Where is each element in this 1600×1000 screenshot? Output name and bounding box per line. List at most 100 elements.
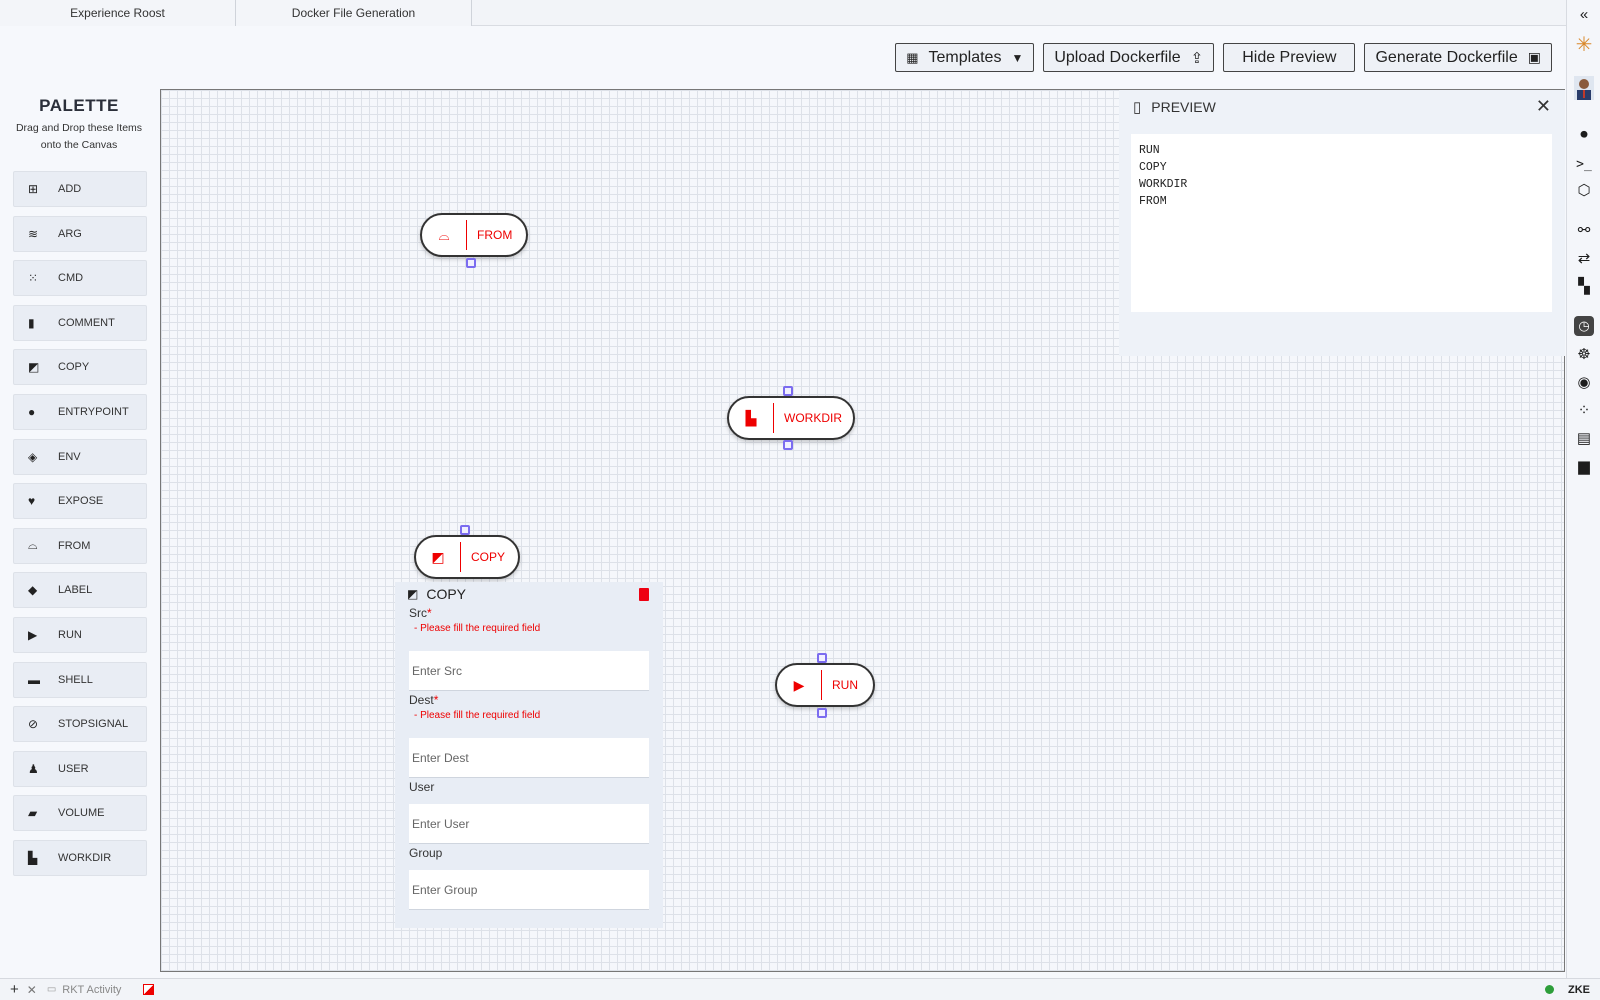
group-input[interactable] <box>409 870 649 910</box>
sun-logo-icon[interactable]: ✳ <box>1574 34 1594 56</box>
helm-icon[interactable]: ☸ <box>1574 344 1594 364</box>
palette-item-shell[interactable]: ▬ SHELL <box>13 661 147 698</box>
palette-item-add[interactable]: ⊞ ADD <box>13 171 147 207</box>
hexagon-icon[interactable]: ⬡ <box>1574 180 1594 200</box>
inbox-icon: ⌓ <box>28 538 38 553</box>
copy-icon: ◩ <box>431 548 445 565</box>
copy-icon: ◩ <box>407 587 419 601</box>
palette-item-from[interactable]: ⌓ FROM <box>13 527 147 564</box>
right-rail: « ✳ ⏺ >_ ⬡ ⚯ ⇄ ▚ ◷ ☸ ◉ ⁘ ▤ ▆ <box>1566 0 1600 978</box>
node-run-out-port[interactable] <box>817 708 827 718</box>
file-icon[interactable]: ▤ <box>1574 428 1594 448</box>
palette-title: PALETTE <box>39 96 119 115</box>
preview-header: ▯ PREVIEW <box>1133 99 1216 116</box>
palette-item-copy[interactable]: ◩ COPY <box>13 349 147 386</box>
palette-item-entrypoint[interactable]: ● ENTRYPOINT <box>13 393 147 430</box>
avatar[interactable] <box>1574 76 1594 100</box>
bird-icon: ♥ <box>28 494 36 509</box>
activity-label[interactable]: RKT Activity <box>62 984 121 996</box>
node-from-out-port[interactable] <box>466 258 476 268</box>
stack-icon: ◈ <box>28 449 38 464</box>
dest-error: - Please fill the required field <box>414 710 541 721</box>
caret-down-icon: ▼ <box>1011 50 1024 65</box>
upload-dockerfile-button[interactable]: Upload Dockerfile ⇪ <box>1043 43 1215 72</box>
palette-item-cmd[interactable]: ⁙ CMD <box>13 260 147 297</box>
delete-icon[interactable] <box>639 588 649 601</box>
preview-code: RUN COPY WORKDIR FROM <box>1131 134 1552 312</box>
node-workdir[interactable]: ▙ WORKDIR <box>727 396 855 440</box>
chat-icon[interactable]: ▆ <box>1574 456 1594 476</box>
collapse-icon[interactable]: « <box>1574 4 1594 24</box>
ban-icon: ⊘ <box>28 717 39 732</box>
terminal-icon[interactable]: >_ <box>1574 154 1594 174</box>
spinner-icon[interactable]: ⁘ <box>1574 400 1594 420</box>
tab-experience-roost[interactable]: Experience Roost <box>0 0 236 26</box>
copy-panel-header: ◩ COPY <box>407 586 467 602</box>
clock-icon[interactable]: ◷ <box>1574 316 1594 336</box>
user-label: User <box>409 780 435 794</box>
node-run-in-port[interactable] <box>817 653 827 663</box>
tablet-icon: ▯ <box>1133 99 1142 116</box>
palette-item-user[interactable]: ♟ USER <box>13 750 147 787</box>
dest-label: Dest* <box>409 693 439 707</box>
node-copy[interactable]: ◩ COPY <box>414 535 520 579</box>
palette-item-volume[interactable]: ▰ VOLUME <box>13 795 147 832</box>
group-label: Group <box>409 846 443 860</box>
palette-item-comment[interactable]: ▮ COMMENT <box>13 304 147 341</box>
src-error: - Please fill the required field <box>414 623 541 634</box>
dest-input[interactable] <box>409 738 649 778</box>
template-icon: ▦ <box>906 49 919 65</box>
palette-item-run[interactable]: ▶ RUN <box>13 616 147 653</box>
cluster-label[interactable]: ZKE <box>1568 984 1590 996</box>
templates-button[interactable]: ▦ Templates ▼ <box>895 43 1035 72</box>
palette-subtitle: Drag and Drop these Items onto the Canva… <box>15 122 143 151</box>
palette-item-workdir[interactable]: ▙ WORKDIR <box>13 839 147 876</box>
src-input[interactable] <box>409 651 649 691</box>
dots-icon: ⁙ <box>28 271 39 286</box>
copy-properties-panel: ◩ COPY Src* - Please fill the required f… <box>395 582 663 928</box>
tab-docker-file-generation[interactable]: Docker File Generation <box>236 0 472 26</box>
play-icon: ▶ <box>28 627 38 642</box>
plus-square-icon: ⊞ <box>28 182 39 196</box>
generate-dockerfile-button[interactable]: Generate Dockerfile ▣ <box>1364 43 1552 72</box>
palette-item-env[interactable]: ◈ ENV <box>13 438 147 475</box>
grid-icon[interactable]: ▚ <box>1574 276 1594 296</box>
docker-icon[interactable]: ◉ <box>1574 372 1594 392</box>
node-from[interactable]: ⌓ FROM <box>420 213 528 257</box>
error-flag-icon[interactable] <box>143 984 155 995</box>
palette-panel: PALETTE Drag and Drop these Items onto t… <box>0 90 158 154</box>
palette-item-expose[interactable]: ♥ EXPOSE <box>13 483 147 520</box>
drive-icon: ▰ <box>28 806 38 821</box>
node-workdir-in-port[interactable] <box>783 386 793 396</box>
user-sync-icon[interactable]: ⇄ <box>1574 248 1594 268</box>
preview-panel: ▯ PREVIEW ✕ RUN COPY WORKDIR FROM <box>1119 90 1565 356</box>
file-upload-icon: ⇪ <box>1190 49 1204 67</box>
copy-icon: ◩ <box>28 360 40 375</box>
folder-icon: ▙ <box>745 409 757 426</box>
hide-preview-button[interactable]: Hide Preview <box>1223 43 1356 72</box>
user-input[interactable] <box>409 804 649 844</box>
toolbar: ▦ Templates ▼ Upload Dockerfile ⇪ Hide P… <box>895 43 1552 72</box>
close-icon[interactable]: ✕ <box>1536 96 1551 117</box>
palette-items: ⊞ ADD ≋ ARG ⁙ CMD ▮ COMMENT ◩ COPY ● ENTRYPOIN… <box>13 171 147 885</box>
palette-item-stopsignal[interactable]: ⊘ STOPSIGNAL <box>13 706 147 743</box>
save-icon: ▣ <box>1527 49 1541 65</box>
node-run[interactable]: ▶ RUN <box>775 663 875 707</box>
palette-item-arg[interactable]: ≋ ARG <box>13 215 147 252</box>
node-copy-in-port[interactable] <box>460 525 470 535</box>
layers-icon: ≋ <box>28 226 39 241</box>
card-icon: ▬ <box>28 672 40 687</box>
add-icon[interactable]: + <box>10 981 19 998</box>
tag-icon: ◆ <box>28 583 38 598</box>
folder-icon: ▙ <box>28 850 38 865</box>
node-workdir-out-port[interactable] <box>783 440 793 450</box>
status-indicator <box>1545 985 1554 994</box>
src-label: Src* <box>409 606 432 620</box>
stop-circle-icon[interactable]: ⏺ <box>1574 124 1594 144</box>
user-icon: ♟ <box>28 761 39 776</box>
network-icon[interactable]: ⚯ <box>1574 220 1594 240</box>
play-icon: ▶ <box>793 676 805 693</box>
comment-icon: ▮ <box>28 315 35 330</box>
palette-item-label[interactable]: ◆ LABEL <box>13 572 147 609</box>
close-icon[interactable]: ✕ <box>27 983 37 997</box>
